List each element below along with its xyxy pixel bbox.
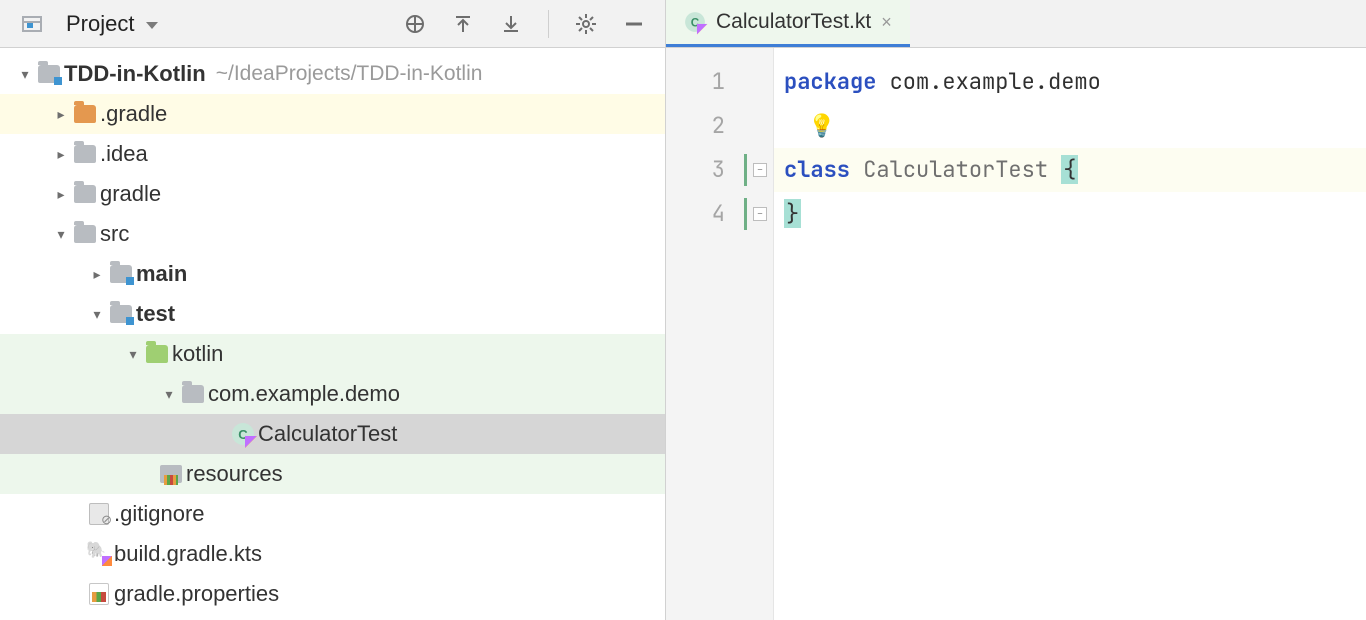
- chevron-right-icon[interactable]: ▸: [52, 106, 70, 123]
- line-number: 3 –: [666, 148, 773, 192]
- tree-row-kotlin[interactable]: ▾ kotlin: [0, 334, 665, 374]
- chevron-down-icon[interactable]: ▾: [124, 346, 142, 363]
- gitignore-file-icon: [89, 503, 109, 525]
- expand-all-icon[interactable]: [452, 13, 474, 35]
- close-tab-icon[interactable]: ×: [881, 12, 892, 33]
- tree-label: .gitignore: [114, 501, 205, 527]
- project-tool-window: Project: [0, 0, 666, 620]
- module-icon: [38, 65, 60, 83]
- tree-label: TDD-in-Kotlin: [64, 61, 206, 87]
- tree-row-idea[interactable]: ▸ .idea: [0, 134, 665, 174]
- tree-label: build.gradle.kts: [114, 541, 262, 567]
- intention-bulb-icon[interactable]: 💡: [784, 111, 835, 140]
- line-number: 2: [666, 104, 773, 148]
- kotlin-class-icon: C: [232, 423, 254, 445]
- code-line[interactable]: class CalculatorTest {: [774, 148, 1366, 192]
- tree-label: kotlin: [172, 341, 223, 367]
- gear-icon[interactable]: [575, 13, 597, 35]
- chevron-right-icon[interactable]: ▸: [52, 146, 70, 163]
- fold-end-icon[interactable]: –: [753, 207, 767, 221]
- tree-row-main[interactable]: ▸ main: [0, 254, 665, 294]
- tree-label: gradle: [100, 181, 161, 207]
- chevron-down-icon: [146, 22, 158, 29]
- tree-label: gradle.properties: [114, 581, 279, 607]
- package-icon: [182, 385, 204, 403]
- code-content[interactable]: package com.example.demo 💡 class Calcula…: [774, 48, 1366, 620]
- folder-icon: [74, 145, 96, 163]
- panel-title: Project: [66, 11, 134, 37]
- code-line[interactable]: package com.example.demo: [774, 60, 1366, 104]
- collapse-all-icon[interactable]: [500, 13, 522, 35]
- gradle-kts-file-icon: [88, 544, 110, 564]
- tree-row-src[interactable]: ▾ src: [0, 214, 665, 254]
- code-line[interactable]: }: [774, 192, 1366, 236]
- tree-hint: ~/IdeaProjects/TDD-in-Kotlin: [216, 62, 483, 86]
- gutter[interactable]: 1 2 3 – 4 –: [666, 48, 774, 620]
- fold-start-icon[interactable]: –: [753, 163, 767, 177]
- editor-tab-bar: C CalculatorTest.kt ×: [666, 0, 1366, 48]
- properties-file-icon: [89, 583, 109, 605]
- editor-tab-label: CalculatorTest.kt: [716, 10, 871, 34]
- chevron-down-icon[interactable]: ▾: [160, 386, 178, 403]
- panel-toolbar: [404, 10, 665, 38]
- tree-label: CalculatorTest: [258, 421, 397, 447]
- caret-indicator: [744, 198, 747, 230]
- folder-icon: [74, 105, 96, 123]
- tree-label: resources: [186, 461, 283, 487]
- tree-label: src: [100, 221, 129, 247]
- code-line[interactable]: 💡: [774, 104, 1366, 148]
- project-window-icon: [22, 16, 42, 32]
- editor-tab-calculatortest[interactable]: C CalculatorTest.kt ×: [666, 0, 910, 47]
- tree-label: .gradle: [100, 101, 167, 127]
- tree-row-gradle-cache[interactable]: ▸ .gradle: [0, 94, 665, 134]
- chevron-down-icon[interactable]: ▾: [16, 66, 34, 83]
- folder-icon: [74, 225, 96, 243]
- panel-header: Project: [0, 0, 665, 48]
- line-number: 1: [666, 60, 773, 104]
- tree-row-calculatortest[interactable]: C CalculatorTest: [0, 414, 665, 454]
- tree-row-resources[interactable]: resources: [0, 454, 665, 494]
- project-view-combo[interactable]: Project: [52, 11, 158, 37]
- tree-label: com.example.demo: [208, 381, 400, 407]
- resources-folder-icon: [160, 465, 182, 483]
- tree-row-gradle-properties[interactable]: gradle.properties: [0, 574, 665, 614]
- project-tree[interactable]: ▾ TDD-in-Kotlin ~/IdeaProjects/TDD-in-Ko…: [0, 48, 665, 620]
- chevron-right-icon[interactable]: ▸: [88, 266, 106, 283]
- line-number: 4 –: [666, 192, 773, 236]
- module-icon: [110, 265, 132, 283]
- code-editor[interactable]: 1 2 3 – 4 – package com.example.demo 💡 c…: [666, 48, 1366, 620]
- test-source-folder-icon: [146, 345, 168, 363]
- chevron-down-icon[interactable]: ▾: [52, 226, 70, 243]
- folder-icon: [74, 185, 96, 203]
- select-opened-file-icon[interactable]: [404, 13, 426, 35]
- tree-row-root[interactable]: ▾ TDD-in-Kotlin ~/IdeaProjects/TDD-in-Ko…: [0, 54, 665, 94]
- separator: [548, 10, 549, 38]
- tree-row-package[interactable]: ▾ com.example.demo: [0, 374, 665, 414]
- tree-label: main: [136, 261, 187, 287]
- caret-indicator: [744, 154, 747, 186]
- tree-label: test: [136, 301, 175, 327]
- chevron-right-icon[interactable]: ▸: [52, 186, 70, 203]
- module-icon: [110, 305, 132, 323]
- tree-row-gradle[interactable]: ▸ gradle: [0, 174, 665, 214]
- tree-row-test[interactable]: ▾ test: [0, 294, 665, 334]
- hide-icon[interactable]: [623, 13, 645, 35]
- tree-row-build-gradle-kts[interactable]: build.gradle.kts: [0, 534, 665, 574]
- kotlin-class-icon: C: [685, 12, 705, 32]
- chevron-down-icon[interactable]: ▾: [88, 306, 106, 323]
- tree-row-gitignore[interactable]: .gitignore: [0, 494, 665, 534]
- editor-area: C CalculatorTest.kt × 1 2 3 – 4 –: [666, 0, 1366, 620]
- tree-label: .idea: [100, 141, 148, 167]
